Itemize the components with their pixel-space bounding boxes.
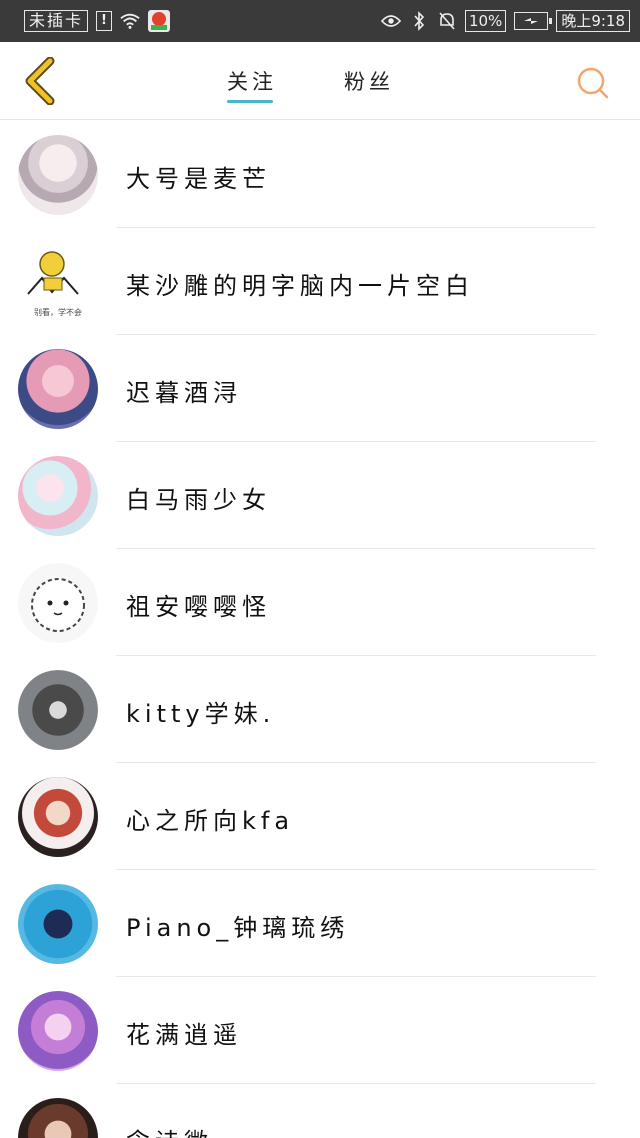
- avatar: [18, 456, 98, 536]
- bluetooth-icon: [409, 10, 429, 32]
- list-item[interactable]: 迟暮酒浔: [0, 335, 640, 442]
- username: 某沙雕的明字脑内一片空白: [126, 272, 474, 300]
- search-button[interactable]: [576, 66, 610, 100]
- list-item[interactable]: Piano_钟璃琉绣: [0, 870, 640, 977]
- status-bar: 未插卡 ! 10% 晚上9:18: [0, 0, 640, 42]
- tab-following-label: 关注: [227, 70, 277, 94]
- tab-following[interactable]: 关注: [227, 66, 277, 106]
- list-item[interactable]: 念诗微: [0, 1084, 640, 1138]
- username: Piano_钟璃琉绣: [126, 914, 350, 942]
- avatar: [18, 1098, 98, 1138]
- tab-fans[interactable]: 粉丝: [344, 66, 394, 106]
- wifi-icon: [120, 10, 140, 32]
- tab-bar: 关注 粉丝: [0, 42, 640, 120]
- avatar: [18, 349, 98, 429]
- list-item[interactable]: 大号是麦芒: [0, 121, 640, 228]
- avatar: [18, 563, 98, 643]
- avatar: [18, 670, 98, 750]
- tab-fans-label: 粉丝: [344, 70, 394, 94]
- list-item[interactable]: 祖安嘤嘤怪: [0, 549, 640, 656]
- avatar: [18, 884, 98, 964]
- following-list: 大号是麦芒 别看，学不会 某沙雕的明字脑内一片空白 迟暮酒浔 白马雨少女 祖安嘤…: [0, 121, 640, 1138]
- list-item[interactable]: kitty学妹.: [0, 656, 640, 763]
- username: 白马雨少女: [126, 486, 271, 514]
- active-tab-indicator: [227, 100, 273, 103]
- avatar-caption: 别看，学不会: [34, 307, 82, 317]
- clock: 晚上9:18: [556, 10, 630, 32]
- username: 祖安嘤嘤怪: [126, 593, 271, 621]
- list-item[interactable]: 花满逍遥: [0, 977, 640, 1084]
- status-left: 未插卡 !: [24, 10, 171, 32]
- username: 念诗微: [126, 1122, 213, 1138]
- username: 花满逍遥: [126, 1021, 242, 1049]
- battery-percent: 10%: [464, 10, 507, 32]
- avatar: [18, 135, 98, 215]
- username: 迟暮酒浔: [126, 379, 242, 407]
- sim-status: 未插卡: [24, 10, 89, 32]
- search-icon: [577, 67, 609, 99]
- list-item[interactable]: 别看，学不会 某沙雕的明字脑内一片空白: [0, 228, 640, 335]
- app-notification-icon: [148, 10, 171, 32]
- avatar: 别看，学不会: [18, 242, 98, 322]
- list-item[interactable]: 心之所向kfa: [0, 763, 640, 870]
- alert-icon: !: [96, 11, 113, 31]
- mute-bell-icon: [437, 10, 457, 32]
- avatar: [18, 777, 98, 857]
- list-item[interactable]: 白马雨少女: [0, 442, 640, 549]
- top-bar: 关注 粉丝: [0, 42, 640, 120]
- username: 大号是麦芒: [126, 165, 271, 193]
- avatar: [18, 991, 98, 1071]
- username: 心之所向kfa: [126, 807, 295, 835]
- battery-charging-icon: [514, 12, 553, 30]
- status-right: 10% 晚上9:18: [380, 10, 630, 32]
- username: kitty学妹.: [126, 700, 276, 728]
- eye-icon: [380, 10, 401, 32]
